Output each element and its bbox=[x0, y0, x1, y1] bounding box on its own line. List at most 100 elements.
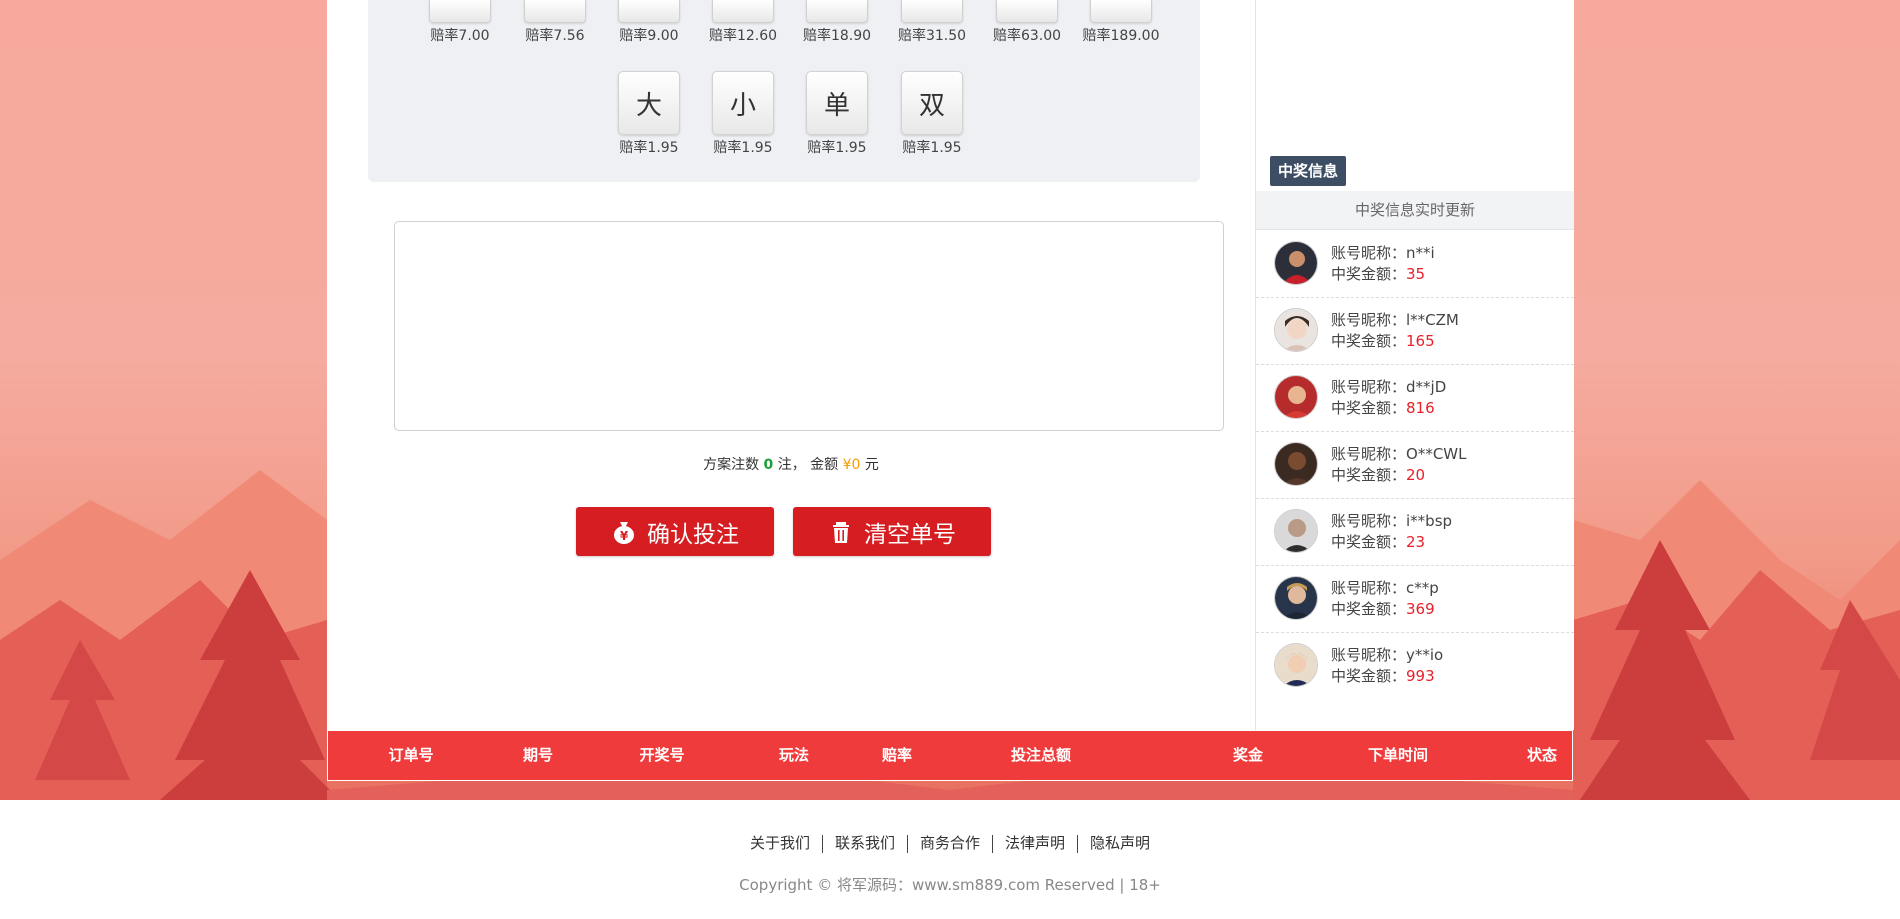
orders-table-header: 订单号 期号 开奖号 玩法 赔率 投注总额 奖金 下单时间 状态 bbox=[327, 730, 1573, 781]
odds-option[interactable]: 赔率31.50 bbox=[892, 0, 972, 45]
column-play-type: 玩法 bbox=[778, 746, 809, 764]
winner-item: 账号昵称：n**i 中奖金额：35 bbox=[1256, 230, 1574, 298]
winner-item: 账号昵称：y**io 中奖金额：993 bbox=[1256, 632, 1574, 699]
amount-label: 中奖金额： bbox=[1331, 667, 1407, 685]
amount-label: 中奖金额： bbox=[1331, 399, 1407, 417]
odds-rate: 赔率7.56 bbox=[525, 28, 585, 44]
clear-numbers-button[interactable]: 清空单号 bbox=[793, 507, 991, 556]
winner-item: 账号昵称：l**CZM 中奖金额：165 bbox=[1256, 297, 1574, 365]
odds-rate: 赔率18.90 bbox=[802, 28, 872, 44]
winner-name: n**i bbox=[1406, 244, 1435, 262]
odds-option-odd[interactable]: 单 赔率1.95 bbox=[797, 71, 877, 157]
avatar bbox=[1274, 375, 1318, 419]
column-order-time: 下单时间 bbox=[1367, 746, 1428, 764]
avatar bbox=[1274, 643, 1318, 687]
bet-numbers-textarea[interactable] bbox=[394, 221, 1224, 431]
number-key[interactable] bbox=[618, 0, 680, 23]
number-key[interactable] bbox=[901, 0, 963, 23]
winner-amount: 993 bbox=[1406, 667, 1435, 685]
summary-mid: 注， 金额 bbox=[777, 457, 839, 473]
winner-item: 账号昵称：c**p 中奖金额：369 bbox=[1256, 565, 1574, 633]
winner-amount-line: 中奖金额：20 bbox=[1331, 464, 1425, 485]
odd-key[interactable]: 单 bbox=[806, 71, 868, 135]
odds-rate: 赔率9.00 bbox=[619, 28, 679, 44]
number-key[interactable] bbox=[996, 0, 1058, 23]
odds-option-big[interactable]: 大 赔率1.95 bbox=[609, 71, 689, 157]
summary-suffix: 元 bbox=[864, 457, 879, 473]
odds-rate: 赔率1.95 bbox=[807, 140, 867, 156]
winner-amount-line: 中奖金额：165 bbox=[1331, 330, 1435, 351]
summary-prefix: 方案注数 bbox=[703, 457, 760, 473]
clear-numbers-label: 清空单号 bbox=[864, 521, 956, 548]
odds-option[interactable]: 赔率7.00 bbox=[420, 0, 500, 45]
odds-rate: 赔率1.95 bbox=[902, 140, 962, 156]
footer-links: 关于我们 联系我们 商务合作 法律声明 隐私声明 bbox=[0, 832, 1900, 853]
odds-option[interactable]: 赔率7.56 bbox=[515, 0, 595, 45]
odds-selection-box: 赔率7.00 赔率7.56 赔率9.00 赔率12.60 赔率18.90 赔率3… bbox=[368, 0, 1200, 182]
money-bag-icon: ¥ bbox=[611, 519, 637, 545]
winner-name-line: 账号昵称：c**p bbox=[1331, 577, 1439, 598]
name-label: 账号昵称： bbox=[1331, 512, 1407, 530]
column-order-no: 订单号 bbox=[388, 746, 434, 764]
winner-name-line: 账号昵称：O**CWL bbox=[1331, 443, 1466, 464]
odds-rate: 赔率12.60 bbox=[708, 28, 778, 44]
footer-link-business[interactable]: 商务合作 bbox=[908, 834, 992, 852]
column-status: 状态 bbox=[1526, 746, 1557, 764]
number-key[interactable] bbox=[429, 0, 491, 23]
confirm-bet-button[interactable]: ¥ 确认投注 bbox=[576, 507, 774, 556]
column-issue-no: 期号 bbox=[522, 746, 553, 764]
small-key[interactable]: 小 bbox=[712, 71, 774, 135]
odds-option-even[interactable]: 双 赔率1.95 bbox=[892, 71, 972, 157]
odds-option[interactable]: 赔率18.90 bbox=[797, 0, 877, 45]
winners-subtitle: 中奖信息实时更新 bbox=[1256, 191, 1574, 230]
winner-name: d**jD bbox=[1406, 378, 1447, 396]
number-key[interactable] bbox=[1090, 0, 1152, 23]
column-prize: 奖金 bbox=[1232, 746, 1263, 764]
odds-rate: 赔率1.95 bbox=[619, 140, 679, 156]
winner-amount-line: 中奖金额：369 bbox=[1331, 598, 1435, 619]
main-betting-panel: 赔率7.00 赔率7.56 赔率9.00 赔率12.60 赔率18.90 赔率3… bbox=[327, 0, 1255, 730]
odds-option[interactable]: 赔率189.00 bbox=[1081, 0, 1161, 45]
winner-name-line: 账号昵称：i**bsp bbox=[1331, 510, 1452, 531]
odds-option[interactable]: 赔率9.00 bbox=[609, 0, 689, 45]
amount-label: 中奖金额： bbox=[1331, 466, 1407, 484]
name-label: 账号昵称： bbox=[1331, 244, 1407, 262]
footer-link-contact[interactable]: 联系我们 bbox=[823, 834, 907, 852]
winner-amount-line: 中奖金额：23 bbox=[1331, 531, 1425, 552]
avatar bbox=[1274, 308, 1318, 352]
number-key[interactable] bbox=[806, 0, 868, 23]
winner-amount-line: 中奖金额：35 bbox=[1331, 263, 1425, 284]
odds-rate: 赔率7.00 bbox=[430, 28, 490, 44]
winner-amount-line: 中奖金额：993 bbox=[1331, 665, 1435, 686]
bet-count: 0 bbox=[763, 457, 774, 473]
footer-link-privacy[interactable]: 隐私声明 bbox=[1078, 834, 1162, 852]
name-label: 账号昵称： bbox=[1331, 445, 1407, 463]
footer-link-about[interactable]: 关于我们 bbox=[738, 834, 822, 852]
odds-option[interactable]: 赔率63.00 bbox=[987, 0, 1067, 45]
name-label: 账号昵称： bbox=[1331, 378, 1407, 396]
odds-rate: 赔率189.00 bbox=[1082, 28, 1160, 44]
column-bet-total: 投注总额 bbox=[1010, 746, 1071, 764]
odds-rate: 赔率1.95 bbox=[713, 140, 773, 156]
avatar bbox=[1274, 509, 1318, 553]
winner-name: O**CWL bbox=[1406, 445, 1467, 463]
number-key[interactable] bbox=[524, 0, 586, 23]
name-label: 账号昵称： bbox=[1331, 646, 1407, 664]
winner-name-line: 账号昵称：d**jD bbox=[1331, 376, 1446, 397]
winner-name: l**CZM bbox=[1406, 311, 1459, 329]
odds-rate: 赔率31.50 bbox=[897, 28, 967, 44]
big-key[interactable]: 大 bbox=[618, 71, 680, 135]
odds-option[interactable]: 赔率12.60 bbox=[703, 0, 783, 45]
amount-label: 中奖金额： bbox=[1331, 265, 1407, 283]
svg-text:¥: ¥ bbox=[620, 529, 629, 543]
winner-amount: 816 bbox=[1406, 399, 1435, 417]
odds-option-small[interactable]: 小 赔率1.95 bbox=[703, 71, 783, 157]
even-key[interactable]: 双 bbox=[901, 71, 963, 135]
confirm-bet-label: 确认投注 bbox=[647, 521, 739, 548]
number-key[interactable] bbox=[712, 0, 774, 23]
amount-label: 中奖金额： bbox=[1331, 332, 1407, 350]
footer-link-legal[interactable]: 法律声明 bbox=[993, 834, 1077, 852]
avatar bbox=[1274, 576, 1318, 620]
amount-label: 中奖金额： bbox=[1331, 600, 1407, 618]
winner-name: i**bsp bbox=[1406, 512, 1453, 530]
